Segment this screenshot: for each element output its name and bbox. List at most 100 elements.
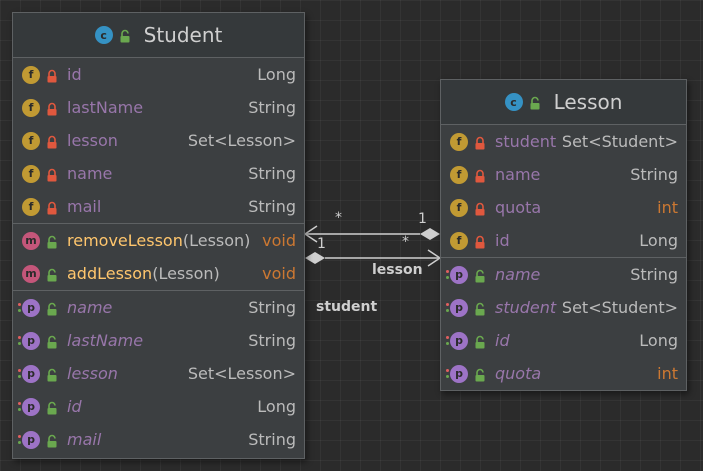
method-type: void [262, 231, 296, 250]
field-icon: f [450, 198, 468, 217]
field-icon: f [22, 98, 40, 117]
student-class-header[interactable]: c Student [13, 13, 304, 58]
property-name: name [495, 265, 540, 284]
property-name-text: quota [495, 364, 542, 383]
field-icon: f [22, 65, 40, 84]
property-row[interactable]: p quota int [441, 357, 686, 390]
unlock-icon [473, 268, 487, 282]
field-name: lesson [67, 131, 118, 150]
aggregation-diamond [420, 228, 440, 240]
method-params: (Lesson) [182, 231, 251, 250]
aggregation-diamond [305, 252, 325, 264]
unlock-icon [528, 95, 542, 110]
method-row[interactable]: m addLesson(Lesson) void [13, 257, 304, 290]
lock-icon [473, 234, 487, 248]
field-row[interactable]: f id Long [13, 58, 304, 91]
property-icon: p [18, 430, 40, 449]
method-name: removeLesson(Lesson) [67, 231, 250, 250]
field-type: Long [639, 231, 678, 250]
unlock-icon [473, 367, 487, 381]
property-name: student [495, 298, 556, 317]
field-row[interactable]: f lastName String [13, 91, 304, 124]
method-row[interactable]: m removeLesson(Lesson) void [13, 224, 304, 257]
student-class-node[interactable]: c Student f id Long f lastName String f lesson S… [12, 12, 305, 459]
field-name: name [67, 164, 112, 183]
student-fields-section: f id Long f lastName String f lesson Set<Lesson>… [13, 58, 304, 223]
field-row[interactable]: f lesson Set<Lesson> [13, 124, 304, 157]
class-icon: c [504, 93, 523, 111]
lock-icon [45, 200, 59, 214]
unlock-icon [45, 400, 59, 414]
student-class-title: Student [143, 23, 223, 47]
field-row[interactable]: f student Set<Student> [441, 125, 686, 158]
field-row[interactable]: f id Long [441, 224, 686, 257]
property-name: lastName [67, 331, 143, 350]
field-type: int [657, 198, 678, 217]
field-icon: f [450, 231, 468, 250]
field-icon: f [22, 197, 40, 216]
unlock-icon [473, 334, 487, 348]
method-name: addLesson(Lesson) [67, 264, 220, 283]
class-icon: c [94, 26, 113, 44]
field-type: Set<Student> [561, 132, 678, 151]
field-name-text: name [495, 165, 541, 184]
property-row[interactable]: p name String [441, 258, 686, 291]
property-type: String [248, 331, 296, 350]
property-row[interactable]: p id Long [441, 324, 686, 357]
property-name-text: student [495, 298, 557, 317]
multiplicity-lower-left: 1 [317, 236, 326, 252]
field-icon: f [450, 165, 468, 184]
field-type: Long [257, 65, 296, 84]
property-type: int [657, 364, 678, 383]
property-name-text: name [67, 298, 113, 317]
field-name: quota [495, 198, 541, 217]
property-type: Long [639, 331, 678, 350]
lock-icon [45, 68, 59, 82]
field-name-text: id [495, 231, 510, 250]
field-row[interactable]: f quota int [441, 191, 686, 224]
property-type: Set<Lesson> [187, 364, 296, 383]
property-name: id [495, 331, 510, 350]
property-icon: p [18, 331, 40, 350]
lesson-class-title: Lesson [553, 90, 623, 114]
property-type: String [248, 298, 296, 317]
property-row[interactable]: p id Long [13, 390, 304, 423]
property-name-text: mail [67, 430, 102, 449]
lock-icon [45, 134, 59, 148]
property-name-text: lesson [67, 364, 118, 383]
method-type: void [262, 264, 296, 283]
field-name: id [495, 231, 510, 250]
method-icon: m [22, 231, 40, 250]
unlock-icon [45, 301, 59, 315]
property-row[interactable]: p student Set<Student> [441, 291, 686, 324]
property-name-text: lastName [67, 331, 144, 350]
unlock-icon [118, 28, 132, 43]
lesson-class-header[interactable]: c Lesson [441, 80, 686, 125]
property-icon: p [446, 298, 468, 317]
lock-icon [473, 168, 487, 182]
property-icon: p [18, 364, 40, 383]
multiplicity-upper-right: 1 [418, 211, 427, 227]
property-row[interactable]: p lastName String [13, 324, 304, 357]
lock-icon [45, 101, 59, 115]
unlock-icon [45, 267, 59, 281]
property-name: quota [495, 364, 541, 383]
property-icon: p [446, 331, 468, 350]
property-row[interactable]: p mail String [13, 423, 304, 456]
lesson-class-node[interactable]: c Lesson f student Set<Student> f name String… [440, 79, 687, 391]
field-name: lastName [67, 98, 143, 117]
property-type: Long [257, 397, 296, 416]
field-row[interactable]: f mail String [13, 190, 304, 223]
property-row[interactable]: p name String [13, 291, 304, 324]
student-association-label: student [316, 299, 378, 315]
property-icon: p [446, 265, 468, 284]
lesson-association-label: lesson [372, 262, 423, 278]
field-row[interactable]: f name String [13, 157, 304, 190]
property-row[interactable]: p lesson Set<Lesson> [13, 357, 304, 390]
field-name-text: lesson [67, 131, 118, 150]
property-name-text: id [495, 331, 510, 350]
field-name-text: mail [67, 197, 102, 216]
unlock-icon [45, 433, 59, 447]
field-row[interactable]: f name String [441, 158, 686, 191]
unlock-icon [45, 367, 59, 381]
